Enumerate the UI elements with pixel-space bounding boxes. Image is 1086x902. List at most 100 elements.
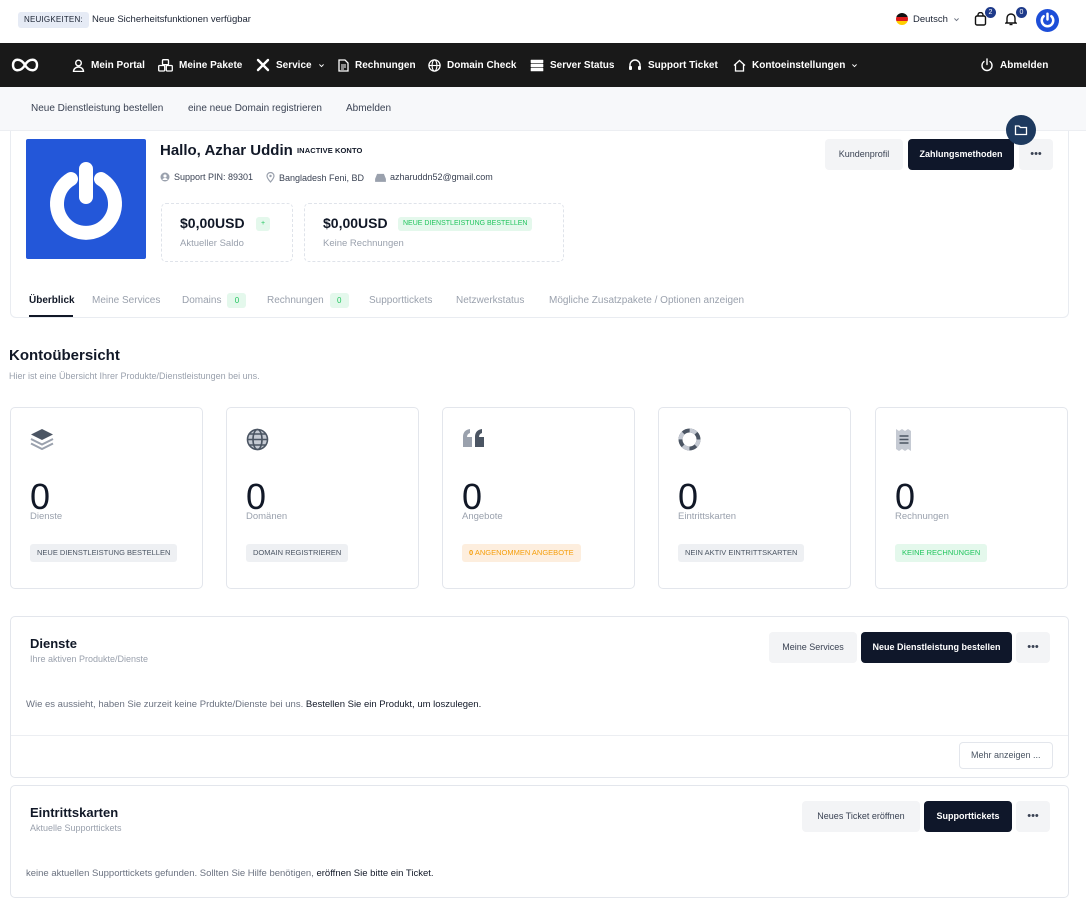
services-panel: Dienste Ihre aktiven Produkte/Dienste Me… bbox=[10, 616, 1069, 778]
tab-count-badge: 0 bbox=[227, 293, 247, 308]
order-product-link[interactable]: Bestellen Sie ein Produkt, um loszulegen… bbox=[306, 699, 481, 710]
nav-label: Service bbox=[276, 59, 312, 71]
headset-icon bbox=[629, 58, 641, 70]
support-pin-text: Support PIN: 89301 bbox=[174, 172, 254, 182]
subnav-order-service[interactable]: Neue Dienstleistung bestellen bbox=[31, 103, 163, 114]
nav-item-domain-check[interactable]: Domain Check bbox=[428, 43, 516, 87]
add-funds-button[interactable]: + bbox=[256, 217, 271, 231]
tickets-panel: Eintrittskarten Aktuelle Supporttickets … bbox=[10, 785, 1069, 898]
layers-icon bbox=[30, 429, 54, 450]
language-label: Deutsch bbox=[913, 13, 948, 25]
nav-item-meine-pakete[interactable]: Meine Pakete bbox=[158, 43, 242, 87]
overview-subtitle: Hier ist eine Übersicht Ihrer Produkte/D… bbox=[9, 371, 260, 381]
tab-domains[interactable]: Domains 0 bbox=[182, 293, 247, 308]
subnav-register-domain[interactable]: eine neue Domain registrieren bbox=[188, 103, 322, 114]
panel-subtitle: Aktuelle Supporttickets bbox=[30, 823, 122, 833]
nav-item-server-status[interactable]: Server Status bbox=[530, 43, 614, 87]
tab-count-badge: 0 bbox=[329, 293, 349, 308]
infinity-logo-icon[interactable] bbox=[11, 56, 39, 74]
nav-item-mein-portal[interactable]: Mein Portal bbox=[72, 43, 145, 87]
email: azharuddn52@gmail.com bbox=[375, 172, 493, 182]
server-icon bbox=[530, 59, 544, 71]
tickets-empty-text: keine aktuellen Supporttickets gefunden.… bbox=[26, 868, 434, 879]
order-service-button[interactable]: Neue Dienstleistung bestellen bbox=[861, 632, 1012, 663]
stat-label: Eintrittskarten bbox=[678, 511, 737, 522]
tab-label: Netzwerkstatus bbox=[456, 295, 525, 306]
news-text[interactable]: Neue Sicherheitsfunktionen verfügbar bbox=[92, 14, 251, 25]
stat-tag[interactable]: 0 ANGENOMMEN ANGEBOTE bbox=[462, 544, 581, 562]
nav-label: Server Status bbox=[550, 59, 615, 71]
invoices-value: $0,00USD bbox=[323, 215, 388, 231]
folder-button[interactable] bbox=[1006, 115, 1036, 145]
nav-label: Rechnungen bbox=[355, 59, 416, 71]
my-services-button[interactable]: Meine Services bbox=[769, 632, 857, 663]
stat-tag[interactable]: KEINE RECHNUNGEN bbox=[895, 544, 988, 562]
nav-label: Mein Portal bbox=[91, 59, 145, 71]
stat-tag-count: 0 bbox=[469, 548, 474, 557]
nav-item-rechnungen[interactable]: Rechnungen bbox=[338, 43, 416, 87]
power-logo-icon bbox=[1040, 12, 1055, 28]
customer-profile-button[interactable]: Kundenprofil bbox=[825, 139, 903, 170]
nav-label: Domain Check bbox=[447, 59, 517, 71]
stat-tag-label: ANGENOMMEN ANGEBOTE bbox=[474, 548, 574, 557]
stat-card-services[interactable]: 0 Dienste NEUE DIENSTLEISTUNG BESTELLEN bbox=[10, 407, 203, 589]
globe-icon bbox=[428, 58, 441, 72]
panel-subtitle: Ihre aktiven Produkte/Dienste bbox=[30, 654, 149, 664]
stat-card-invoices[interactable]: 0 Rechnungen KEINE RECHNUNGEN bbox=[875, 407, 1068, 589]
german-flag-icon bbox=[896, 13, 908, 25]
nav-label: Support Ticket bbox=[648, 59, 718, 71]
balance-box: $0,00USD + Aktueller Saldo bbox=[161, 203, 293, 262]
payment-methods-button[interactable]: Zahlungsmethoden bbox=[908, 139, 1014, 170]
open-ticket-link[interactable]: eröffnen Sie bitte ein Ticket. bbox=[316, 868, 433, 879]
power-icon bbox=[981, 58, 993, 72]
nav-item-support-ticket[interactable]: Support Ticket bbox=[628, 43, 718, 87]
tab-support-tickets[interactable]: Supporttickets bbox=[369, 295, 432, 306]
logout-button[interactable]: Abmelden bbox=[980, 43, 1048, 87]
stat-tag[interactable]: DOMAIN REGISTRIEREN bbox=[246, 544, 349, 562]
nav-item-kontoeinstellungen[interactable]: Kontoeinstellungen bbox=[733, 43, 858, 87]
new-ticket-button[interactable]: Neues Ticket eröffnen bbox=[802, 801, 920, 832]
language-selector[interactable]: Deutsch bbox=[896, 13, 960, 25]
user-avatar-button[interactable] bbox=[1036, 9, 1059, 32]
greeting: Hallo, Azhar Uddin bbox=[160, 142, 293, 159]
user-icon bbox=[72, 59, 85, 72]
main-navbar: Mein Portal Meine Pakete Service Rechnun… bbox=[0, 43, 1086, 87]
tickets-more-button[interactable]: ••• bbox=[1016, 801, 1050, 832]
tab-label: Mögliche Zusatzpakete / Optionen anzeige… bbox=[549, 295, 745, 306]
stat-card-quotes[interactable]: 0 Angebote 0 ANGENOMMEN ANGEBOTE bbox=[442, 407, 635, 589]
panel-title: Dienste bbox=[30, 636, 77, 651]
mail-icon bbox=[375, 173, 386, 182]
tab-my-services[interactable]: Meine Services bbox=[92, 295, 160, 306]
tab-addons[interactable]: Mögliche Zusatzpakete / Optionen anzeige… bbox=[549, 295, 744, 306]
folder-icon bbox=[1014, 125, 1028, 136]
stat-label: Domänen bbox=[246, 511, 288, 522]
services-more-button[interactable]: ••• bbox=[1016, 632, 1050, 663]
tab-network-status[interactable]: Netzwerkstatus bbox=[456, 295, 524, 306]
show-more-button[interactable]: Mehr anzeigen ... bbox=[959, 742, 1053, 769]
location: Bangladesh Feni, BD bbox=[266, 172, 364, 183]
active-tab-indicator bbox=[29, 315, 73, 317]
cubes-icon bbox=[158, 58, 173, 72]
subnav-logout[interactable]: Abmelden bbox=[346, 103, 391, 114]
tab-invoices[interactable]: Rechnungen 0 bbox=[267, 293, 349, 308]
document-icon bbox=[338, 58, 349, 72]
empty-message: keine aktuellen Supporttickets gefunden.… bbox=[26, 868, 314, 879]
map-pin-icon bbox=[266, 172, 275, 183]
stat-tag[interactable]: NEUE DIENSTLEISTUNG BESTELLEN bbox=[30, 544, 178, 562]
nav-item-service[interactable]: Service bbox=[256, 43, 325, 87]
globe-icon bbox=[246, 428, 269, 451]
balance-value: $0,00USD bbox=[180, 215, 245, 231]
bell-icon bbox=[1004, 13, 1018, 26]
order-service-tag[interactable]: NEUE DIENSTLEISTUNG BESTELLEN bbox=[398, 217, 533, 231]
sub-navbar: Neue Dienstleistung bestellen eine neue … bbox=[0, 87, 1086, 131]
stat-card-tickets[interactable]: 0 Eintrittskarten NEIN AKTIV EINTRITTSKA… bbox=[658, 407, 851, 589]
tools-icon bbox=[256, 58, 270, 72]
stat-card-domains[interactable]: 0 Domänen DOMAIN REGISTRIEREN bbox=[226, 407, 419, 589]
stat-tag[interactable]: NEIN AKTIV EINTRITTSKARTEN bbox=[678, 544, 805, 562]
stat-label: Angebote bbox=[462, 511, 503, 522]
cart-button[interactable]: 2 bbox=[974, 7, 996, 28]
support-tickets-button[interactable]: Supporttickets bbox=[924, 801, 1012, 832]
notifications-button[interactable]: 0 bbox=[1004, 7, 1027, 28]
notification-count-badge: 0 bbox=[1016, 7, 1027, 18]
tab-overview[interactable]: Überblick bbox=[29, 295, 75, 306]
